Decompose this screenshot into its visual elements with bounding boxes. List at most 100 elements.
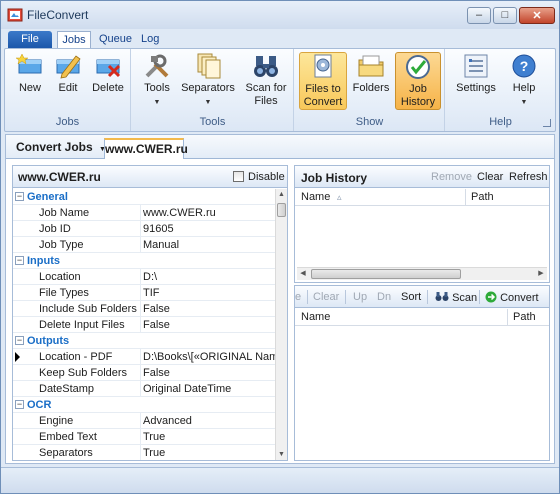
property-category[interactable]: − Outputs <box>13 333 275 349</box>
remove-button[interactable]: Remove <box>431 171 472 183</box>
property-row[interactable]: Job Name www.CWER.ru <box>13 205 275 221</box>
column-divider <box>140 381 141 397</box>
files-to-convert-label-2: Convert <box>303 96 343 108</box>
property-row[interactable]: Delete Input Files False <box>13 317 275 333</box>
files-panel: e Clear Up Dn Sort Scan Convert Name Pat… <box>294 285 550 461</box>
job-history-hscrollbar[interactable]: ◀ ▶ <box>297 267 547 280</box>
collapse-icon[interactable]: − <box>15 256 24 265</box>
property-row[interactable]: Include Sub Folders False <box>13 301 275 317</box>
convert-button[interactable]: Convert <box>485 291 539 304</box>
property-value[interactable]: False <box>143 303 275 315</box>
property-value[interactable]: Original DateTime <box>143 383 275 395</box>
delete-job-icon <box>96 59 121 78</box>
property-row[interactable]: Engine Advanced <box>13 413 275 429</box>
tools-label: Tools <box>144 82 170 94</box>
scroll-right-icon[interactable]: ▶ <box>535 268 547 280</box>
property-row[interactable]: Location D:\ <box>13 269 275 285</box>
close-button[interactable]: ✕ <box>519 7 555 24</box>
property-value[interactable]: True <box>143 447 275 459</box>
remove-file-button[interactable]: e <box>295 291 301 303</box>
new-button[interactable]: New <box>13 52 47 95</box>
property-row[interactable]: File Types TIF <box>13 285 275 301</box>
column-divider <box>140 221 141 237</box>
edit-button[interactable]: Edit <box>51 52 85 95</box>
edit-job-icon <box>56 55 81 79</box>
property-value[interactable]: Manual <box>143 239 275 251</box>
separators-button[interactable]: Separators ▼ <box>180 52 236 109</box>
convert-icon <box>485 291 497 303</box>
property-row[interactable]: Embed Text True <box>13 429 275 445</box>
folders-button[interactable]: Folders <box>351 52 391 95</box>
property-row[interactable]: Separators True <box>13 445 275 460</box>
collapse-icon[interactable]: − <box>15 400 24 409</box>
property-row[interactable]: DateStamp Original DateTime <box>13 381 275 397</box>
property-row[interactable]: Keep Sub Folders False <box>13 365 275 381</box>
collapse-icon[interactable]: − <box>15 192 24 201</box>
scroll-up-icon[interactable]: ▲ <box>276 189 287 201</box>
column-divider <box>140 445 141 460</box>
property-category[interactable]: − Inputs <box>13 253 275 269</box>
properties-scrollbar[interactable]: ▲ ▼ <box>275 189 287 460</box>
tools-button[interactable]: Tools ▼ <box>140 52 174 109</box>
collapse-icon[interactable]: − <box>15 336 24 345</box>
property-name: File Types <box>39 287 89 299</box>
property-value[interactable]: 91605 <box>143 223 275 235</box>
clear-history-button[interactable]: Clear <box>477 171 503 183</box>
dialog-launcher-icon[interactable] <box>543 119 551 127</box>
scan-label-2: Files <box>254 95 278 107</box>
scan-label: Scan <box>452 292 478 304</box>
property-value[interactable]: False <box>143 367 275 379</box>
settings-button[interactable]: Settings <box>454 52 498 95</box>
property-value[interactable]: False <box>143 319 275 331</box>
property-value[interactable]: Advanced <box>143 415 275 427</box>
files-column-path[interactable]: Path <box>513 311 536 323</box>
property-category[interactable]: − OCR <box>13 397 275 413</box>
column-divider <box>140 269 141 285</box>
scroll-left-icon[interactable]: ◀ <box>297 268 309 280</box>
property-value[interactable]: TIF <box>143 287 275 299</box>
job-history-icon <box>406 55 430 79</box>
job-history-button[interactable]: Job History <box>395 52 441 110</box>
property-row[interactable]: Location - PDF D:\Books\[«ORIGINAL Name» <box>13 349 275 365</box>
tab-log[interactable]: Log <box>133 31 167 49</box>
tab-job-document[interactable]: www.CWER.ru <box>104 138 188 159</box>
files-to-convert-button[interactable]: Files to Convert <box>299 52 347 110</box>
property-row[interactable]: Job Type Manual <box>13 237 275 253</box>
property-value[interactable]: D:\ <box>143 271 275 283</box>
help-button[interactable]: ? Help ▼ <box>506 52 542 109</box>
edit-label: Edit <box>58 82 78 94</box>
minimize-button[interactable]: – <box>467 7 491 24</box>
move-up-button[interactable]: Up <box>353 291 367 303</box>
column-name[interactable]: Name <box>301 191 330 203</box>
property-name: Location - PDF <box>39 351 113 363</box>
scan-button[interactable]: Scan <box>435 291 477 304</box>
maximize-button[interactable]: □ <box>493 7 517 24</box>
disable-checkbox[interactable] <box>233 171 244 182</box>
property-value[interactable]: True <box>143 431 275 443</box>
tab-file[interactable]: File <box>8 31 52 49</box>
property-name: Job Name <box>39 207 90 219</box>
move-down-button[interactable]: Dn <box>377 291 391 303</box>
sort-button[interactable]: Sort <box>401 291 421 303</box>
scroll-down-icon[interactable]: ▼ <box>276 449 287 460</box>
refresh-button[interactable]: Refresh <box>509 171 548 183</box>
delete-button[interactable]: Delete <box>89 52 127 95</box>
tab-jobs[interactable]: Jobs <box>57 31 91 49</box>
property-value[interactable]: D:\Books\[«ORIGINAL Name» <box>143 351 275 363</box>
files-column-name[interactable]: Name <box>301 311 330 323</box>
clear-files-button[interactable]: Clear <box>313 291 339 303</box>
column-divider <box>140 349 141 365</box>
property-category[interactable]: − General <box>13 189 275 205</box>
title-bar: FileConvert – □ ✕ <box>1 1 559 29</box>
property-value[interactable]: www.CWER.ru <box>143 207 275 219</box>
convert-jobs-dropdown[interactable]: Convert Jobs ▼ <box>16 140 106 154</box>
ribbon-group-help: Settings ? Help ▼ Help <box>446 49 555 131</box>
hscroll-thumb[interactable] <box>311 269 461 279</box>
scan-for-files-button[interactable]: Scan for Files <box>242 52 290 108</box>
close-icon: ✕ <box>532 10 542 22</box>
files-toolbar: e Clear Up Dn Sort Scan Convert <box>295 286 549 308</box>
column-path[interactable]: Path <box>471 191 494 203</box>
column-separator <box>507 309 508 326</box>
property-row[interactable]: Job ID 91605 <box>13 221 275 237</box>
scroll-thumb[interactable] <box>277 203 286 217</box>
